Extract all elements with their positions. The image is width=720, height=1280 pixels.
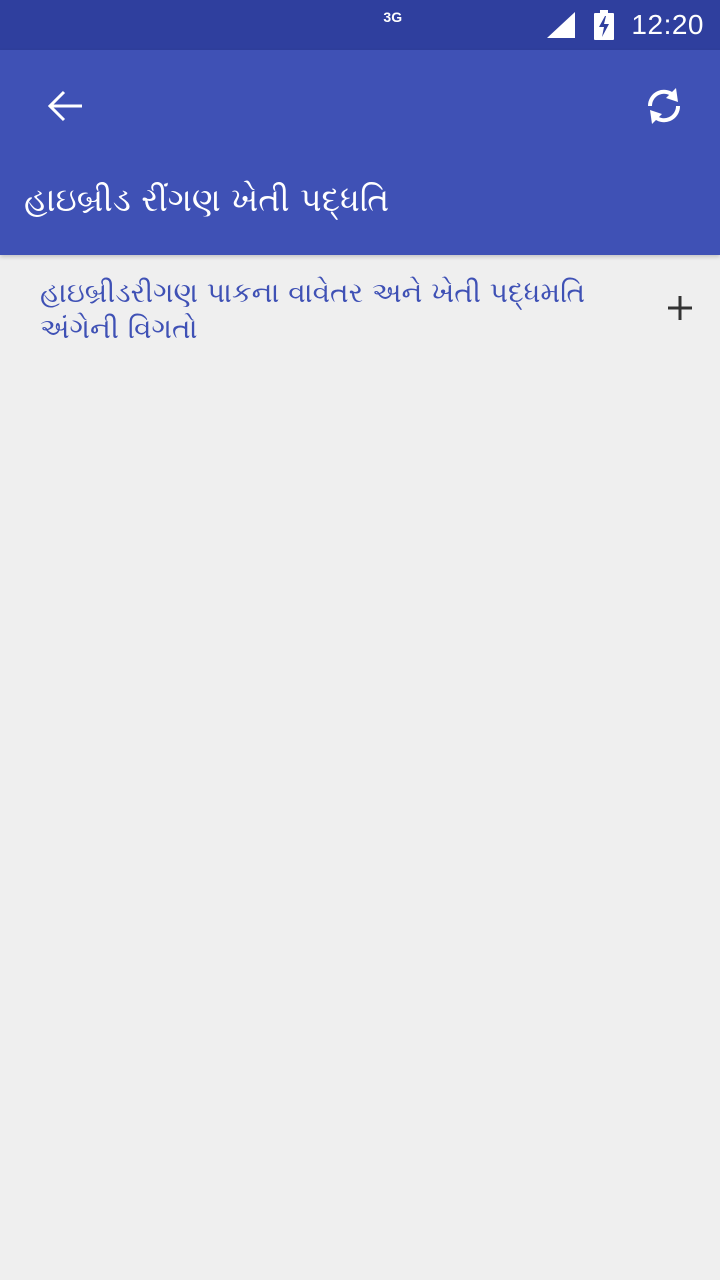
clock: 12:20: [631, 9, 704, 40]
signal-icon: [547, 12, 576, 38]
plus-icon: [668, 296, 692, 320]
back-arrow-icon: [47, 90, 82, 122]
app-bar: હાઇબ્રીડ રીંગણ ખેતી પદ્ધતિ: [0, 50, 720, 255]
status-icons: 3G 12:20: [383, 0, 704, 50]
content-area: હાઇબ્રીડરીગણ પાકના વાવેતર અને ખેતી પદ્ધમ…: [0, 255, 720, 1280]
list-item[interactable]: હાઇબ્રીડરીગણ પાકના વાવેતર અને ખેતી પદ્ધમ…: [40, 275, 660, 355]
status-bar: 3G 12:20: [0, 0, 720, 50]
refresh-button[interactable]: [628, 70, 700, 142]
refresh-icon: [647, 88, 681, 124]
page-title: હાઇબ્રીડ રીંગણ ખેતી પદ્ધતિ: [24, 180, 390, 219]
battery-charging-icon: [594, 10, 615, 40]
expand-button[interactable]: [662, 290, 698, 326]
list-item-label: હાઇબ્રીડરીગણ પાકના વાવેતર અને ખેતી પદ્ધમ…: [40, 276, 586, 345]
back-button[interactable]: [30, 70, 102, 142]
network-type-label: 3G: [383, 9, 403, 25]
